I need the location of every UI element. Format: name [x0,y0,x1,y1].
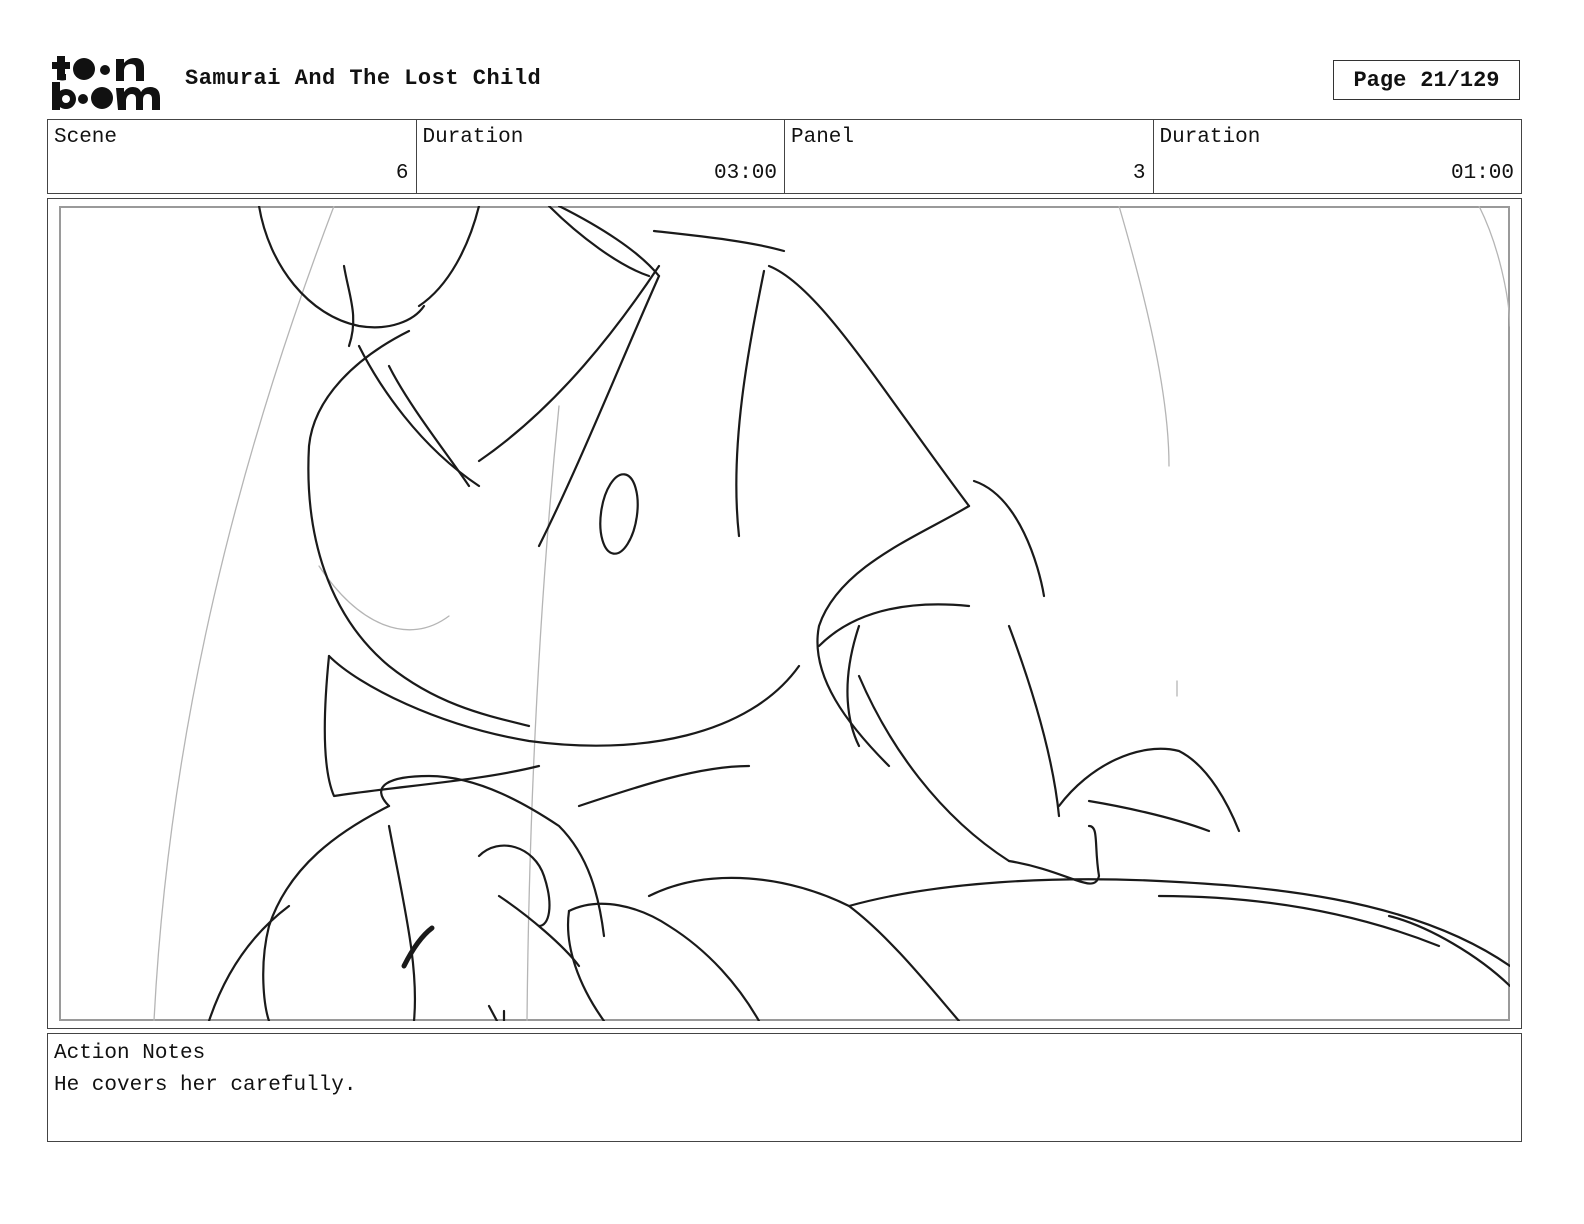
panel-duration-cell: Duration 01:00 [1154,120,1522,193]
panel-duration-label: Duration [1159,126,1261,149]
scene-value: 6 [395,162,409,185]
panel-cell: Panel 3 [785,120,1154,193]
action-notes-text: He covers her carefully. [54,1074,357,1097]
panel-label: Panel [791,126,855,149]
scene-duration-label: Duration [422,126,524,149]
page-label: Page [1353,67,1407,93]
page-indicator: Page 21/129 [1333,60,1520,100]
panel-value: 3 [1132,162,1146,185]
toonboom-logo [52,56,160,110]
page-value: 21/129 [1420,67,1500,93]
panel-duration-value: 01:00 [1450,162,1514,185]
project-title: Samurai And The Lost Child [185,66,542,91]
panel-info-row: Scene 6 Duration 03:00 Panel 3 Duration … [47,119,1522,194]
action-notes-box: Action Notes He covers her carefully. [47,1033,1522,1142]
scene-duration-value: 03:00 [713,162,777,185]
action-notes-label: Action Notes [54,1042,206,1065]
scene-cell: Scene 6 [48,120,417,193]
scene-label: Scene [54,126,118,149]
storyboard-sketch [153,206,1510,1021]
scene-duration-cell: Duration 03:00 [417,120,785,193]
